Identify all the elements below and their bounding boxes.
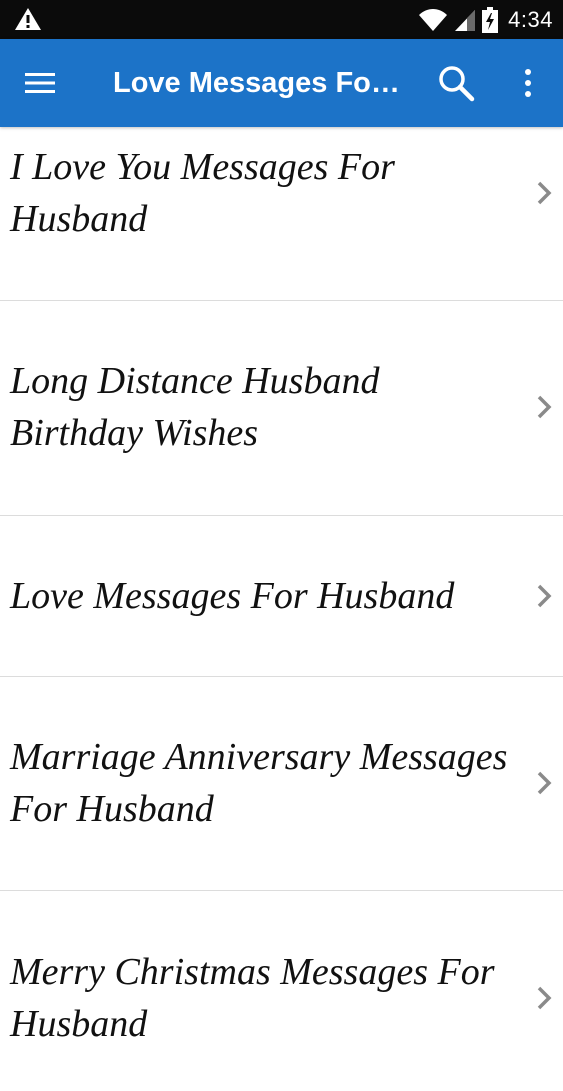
menu-button[interactable]: [18, 61, 62, 105]
list-item[interactable]: Marriage Anniversary Messages For Husban…: [0, 677, 563, 891]
more-vert-icon: [525, 69, 531, 97]
list-item[interactable]: I Love You Messages For Husband: [0, 127, 563, 301]
menu-icon: [25, 73, 55, 93]
more-options-button[interactable]: [506, 61, 550, 105]
battery-icon: [482, 6, 499, 33]
chevron-right-icon: [537, 771, 552, 795]
status-icons: 4:34: [418, 0, 553, 39]
wifi-icon: [419, 8, 448, 31]
list-item[interactable]: Merry Christmas Messages For Husband: [0, 891, 563, 1091]
list-item-label: Marriage Anniversary Messages For Husban…: [10, 736, 508, 830]
chevron-right-icon: [537, 986, 552, 1010]
list-item-label: Long Distance Husband Birthday Wishes: [10, 360, 380, 454]
list-item-label: I Love You Messages For Husband: [10, 146, 395, 240]
list-item[interactable]: Long Distance Husband Birthday Wishes: [0, 301, 563, 516]
signal-icon: [455, 9, 476, 31]
chevron-right-icon: [537, 584, 552, 608]
list-item-label: Merry Christmas Messages For Husband: [10, 951, 495, 1045]
chevron-right-icon: [537, 395, 552, 419]
search-button[interactable]: [434, 61, 478, 105]
status-bar: 4:34: [0, 0, 563, 39]
chevron-right-icon: [537, 181, 552, 205]
search-icon: [439, 66, 475, 102]
list-item[interactable]: Love Messages For Husband: [0, 516, 563, 677]
warning-icon: [15, 8, 41, 30]
app-bar: Love Messages For Husband: [0, 39, 563, 127]
page-title: Love Messages For Husband: [113, 67, 408, 99]
status-time: 4:34: [508, 6, 553, 32]
list-item-label: Love Messages For Husband: [10, 575, 455, 617]
